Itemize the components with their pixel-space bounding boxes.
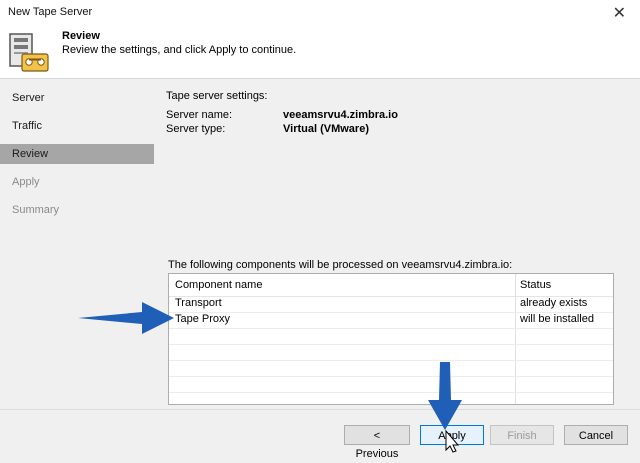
server-type-value: Virtual (VMware) (283, 123, 369, 135)
table-row[interactable]: Transport already exists (169, 296, 613, 313)
components-heading: The following components will be process… (168, 259, 513, 271)
components-table[interactable]: Component name Status Transport already … (168, 273, 614, 405)
table-row-empty (169, 328, 613, 345)
previous-button[interactable]: < Previous (344, 425, 410, 460)
page-subtitle: Review the settings, and click Apply to … (62, 44, 297, 56)
table-header: Component name Status (169, 274, 613, 297)
title-bar: New Tape Server ✕ (0, 0, 640, 26)
server-type-label: Server type: (166, 123, 226, 135)
wizard-steps: Server Traffic Review Apply Summary (0, 79, 158, 409)
table-row-empty (169, 344, 613, 361)
footer-divider (0, 409, 640, 410)
step-apply: Apply (12, 176, 40, 188)
table-row-empty (169, 360, 613, 377)
step-summary: Summary (12, 204, 60, 216)
step-server[interactable]: Server (0, 88, 154, 108)
close-icon[interactable]: ✕ (613, 3, 626, 23)
window-title: New Tape Server (8, 6, 93, 18)
component-name-cell: Tape Proxy (175, 313, 231, 325)
server-name-label: Server name: (166, 109, 233, 121)
server-name-value: veeamsrvu4.zimbra.io (283, 109, 398, 121)
column-component-name[interactable]: Component name (175, 279, 262, 291)
step-traffic[interactable]: Traffic (0, 116, 154, 136)
table-row-empty (169, 376, 613, 393)
tape-server-icon (9, 33, 49, 72)
wizard-header: Review Review the settings, and click Ap… (0, 26, 640, 78)
column-status[interactable]: Status (520, 279, 551, 291)
step-review[interactable]: Review (0, 144, 154, 164)
component-status-cell: already exists (520, 297, 588, 309)
table-row[interactable]: Tape Proxy will be installed (169, 312, 613, 329)
settings-heading: Tape server settings: (166, 90, 268, 102)
finish-button: Finish (490, 425, 554, 445)
component-status-cell: will be installed (520, 313, 594, 325)
cancel-button[interactable]: Cancel (564, 425, 628, 445)
apply-button[interactable]: Apply (420, 425, 484, 445)
page-title: Review (62, 30, 100, 42)
component-name-cell: Transport (175, 297, 222, 309)
